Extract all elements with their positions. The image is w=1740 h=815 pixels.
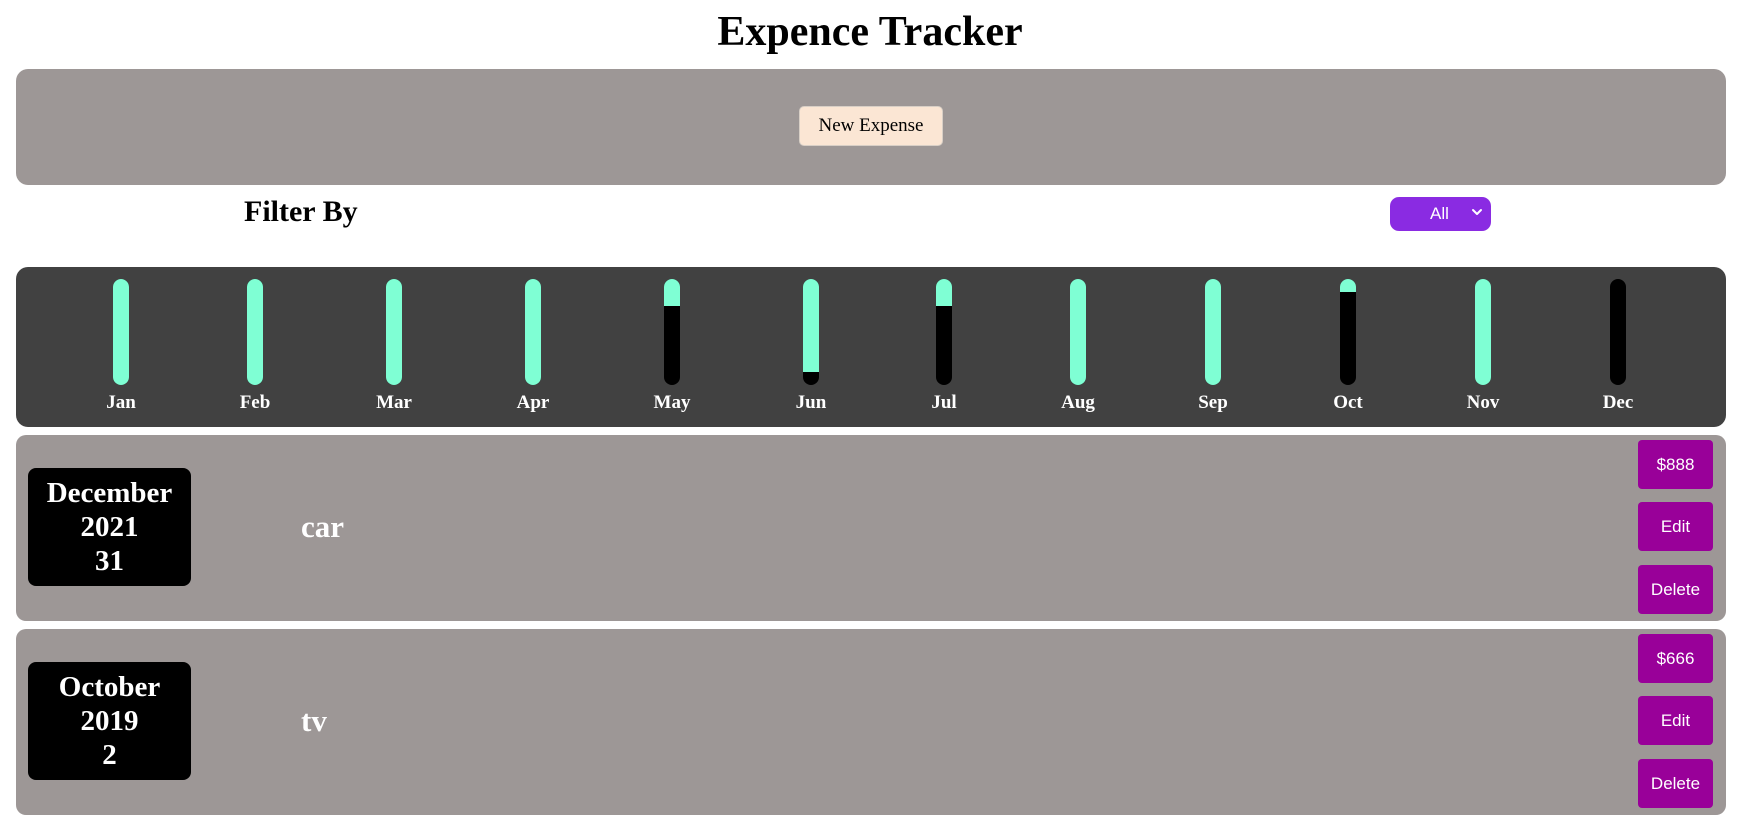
expense-date: October 2019 2 — [28, 662, 191, 780]
bar-label: Feb — [239, 392, 271, 413]
expense-year: 2021 — [80, 511, 139, 543]
new-expense-button[interactable]: New Expense — [799, 106, 943, 146]
chart-bar-nov: Nov — [1443, 267, 1523, 427]
bar-track — [1070, 279, 1086, 385]
bar-label: Sep — [1198, 392, 1228, 413]
expense-month: October — [58, 671, 161, 703]
bar-label: Nov — [1466, 392, 1500, 413]
edit-button[interactable]: Edit — [1638, 502, 1713, 551]
bar-label: Jan — [106, 392, 136, 413]
chart-bar-jul: Jul — [904, 267, 984, 427]
bar-fill — [803, 279, 819, 373]
bar-track — [1610, 279, 1626, 385]
bar-fill — [1205, 279, 1221, 385]
bar-track — [247, 279, 263, 385]
expense-amount-button[interactable]: $666 — [1638, 634, 1713, 683]
expense-day: 31 — [95, 545, 124, 577]
chart-bar-aug: Aug — [1038, 267, 1118, 427]
chart-bar-dec: Dec — [1578, 267, 1658, 427]
chart-bar-apr: Apr — [493, 267, 573, 427]
chart-bar-oct: Oct — [1308, 267, 1388, 427]
chart-bar-mar: Mar — [354, 267, 434, 427]
chart-bar-jun: Jun — [771, 267, 851, 427]
expense-title: tv — [301, 703, 327, 738]
bar-track — [113, 279, 129, 385]
bar-fill — [1340, 279, 1356, 292]
bar-track — [803, 279, 819, 385]
delete-button[interactable]: Delete — [1638, 565, 1713, 614]
bar-label: Oct — [1333, 392, 1363, 413]
chart-bar-jan: Jan — [81, 267, 161, 427]
bar-track — [1475, 279, 1491, 385]
chart-bar-sep: Sep — [1173, 267, 1253, 427]
filter-label: Filter By — [244, 195, 358, 228]
expense-day: 2 — [102, 739, 117, 771]
bar-label: Jun — [795, 392, 827, 413]
bar-track — [1340, 279, 1356, 385]
bar-track — [386, 279, 402, 385]
expense-item: October 2019 2 tv $666 Edit Delete — [16, 629, 1726, 815]
bar-fill — [1070, 279, 1086, 385]
expense-title: car — [301, 509, 345, 544]
bar-fill — [1475, 279, 1491, 385]
bar-label: Dec — [1602, 392, 1634, 413]
expense-year: 2019 — [80, 705, 139, 737]
filter-selected-value: All — [1430, 204, 1449, 223]
bar-track — [1205, 279, 1221, 385]
bar-fill — [525, 279, 541, 385]
bar-label: May — [653, 392, 691, 413]
bar-fill — [247, 279, 263, 385]
bar-track — [525, 279, 541, 385]
expense-item: December 2021 31 car $888 Edit Delete — [16, 435, 1726, 621]
bar-fill — [936, 279, 952, 306]
chart-bar-may: May — [632, 267, 712, 427]
delete-button[interactable]: Delete — [1638, 759, 1713, 808]
expense-date: December 2021 31 — [28, 468, 191, 586]
expense-month: December — [46, 477, 173, 509]
chevron-down-icon — [1472, 209, 1482, 215]
bar-fill — [664, 279, 680, 306]
bar-label: Aug — [1061, 392, 1095, 413]
expense-amount-button[interactable]: $888 — [1638, 440, 1713, 489]
bar-label: Mar — [376, 392, 412, 413]
bar-label: Jul — [931, 392, 957, 413]
bar-track — [664, 279, 680, 385]
bar-fill — [386, 279, 402, 385]
monthly-chart: Jan Feb Mar Apr May Jun Jul Aug Sep Oct … — [16, 267, 1726, 427]
bar-track — [936, 279, 952, 385]
bar-label: Apr — [516, 392, 550, 413]
year-filter-select[interactable]: All — [1390, 197, 1491, 231]
page-title: Expence Tracker — [717, 9, 1023, 55]
bar-fill — [113, 279, 129, 385]
edit-button[interactable]: Edit — [1638, 696, 1713, 745]
chart-bar-feb: Feb — [215, 267, 295, 427]
